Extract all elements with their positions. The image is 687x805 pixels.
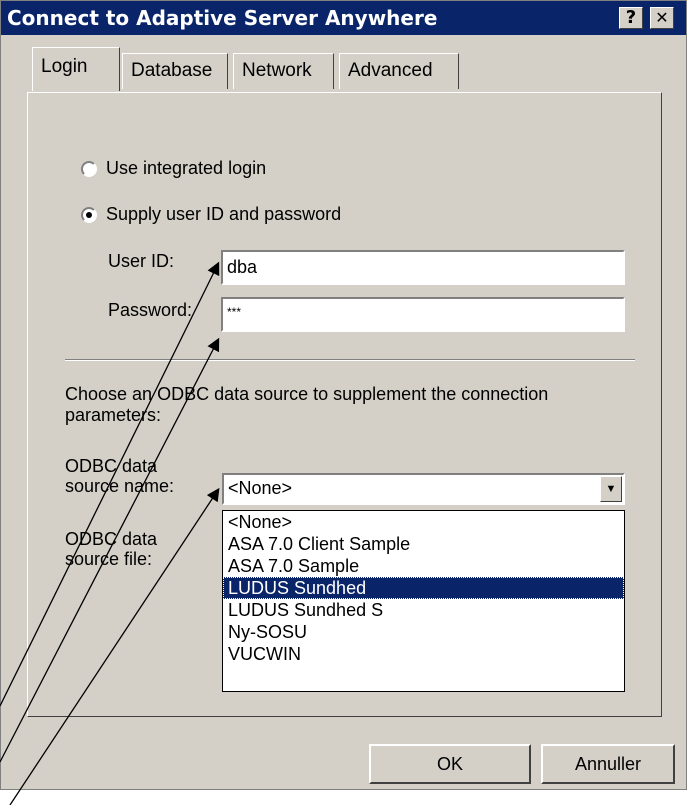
tab-login[interactable]: Login — [32, 47, 120, 91]
ok-button[interactable]: OK — [369, 744, 531, 784]
title-bar[interactable]: Connect to Adaptive Server Anywhere ? ✕ — [1, 1, 686, 35]
odbc-source-combo[interactable]: <None> ▼ — [222, 473, 625, 505]
radio-integrated-label: Use integrated login — [106, 158, 267, 178]
tab-network[interactable]: Network — [233, 53, 334, 89]
radio-integrated-login[interactable] — [81, 161, 97, 177]
user-id-label: User ID: — [108, 251, 175, 271]
window-title: Connect to Adaptive Server Anywhere — [7, 6, 438, 30]
odbc-name-label: ODBC data source name: — [65, 456, 175, 496]
list-item[interactable]: ASA 7.0 Sample — [223, 555, 624, 577]
chevron-down-icon[interactable]: ▼ — [600, 476, 622, 502]
user-id-field[interactable]: dba — [221, 250, 625, 285]
password-label: Password: — [108, 300, 193, 320]
list-item-selected[interactable]: LUDUS Sundhed — [223, 577, 624, 599]
separator — [65, 359, 635, 361]
list-item[interactable]: <None> — [223, 511, 624, 533]
odbc-dropdown-list[interactable]: <None> ASA 7.0 Client Sample ASA 7.0 Sam… — [222, 510, 625, 692]
tab-advanced[interactable]: Advanced — [339, 53, 459, 89]
close-button[interactable]: ✕ — [650, 7, 674, 29]
list-item[interactable]: LUDUS Sundhed S — [223, 599, 624, 621]
list-item[interactable]: Ny-SOSU — [223, 621, 624, 643]
odbc-intro-text: Choose an ODBC data source to supplement… — [65, 384, 549, 425]
odbc-source-value: <None> — [228, 478, 293, 498]
cancel-button[interactable]: Annuller — [541, 744, 675, 784]
list-item[interactable]: VUCWIN — [223, 643, 624, 665]
radio-supply-label: Supply user ID and password — [106, 204, 342, 224]
close-icon: ✕ — [655, 8, 669, 27]
radio-selected-dot — [86, 212, 92, 218]
odbc-file-label: ODBC data source file: — [65, 529, 158, 569]
tab-database[interactable]: Database — [122, 53, 228, 89]
radio-supply-credentials[interactable] — [81, 207, 97, 223]
password-field[interactable]: *** — [221, 297, 625, 332]
help-button[interactable]: ? — [619, 7, 643, 29]
list-item[interactable]: ASA 7.0 Client Sample — [223, 533, 624, 555]
connect-dialog: Connect to Adaptive Server Anywhere ? ✕ … — [0, 0, 687, 790]
